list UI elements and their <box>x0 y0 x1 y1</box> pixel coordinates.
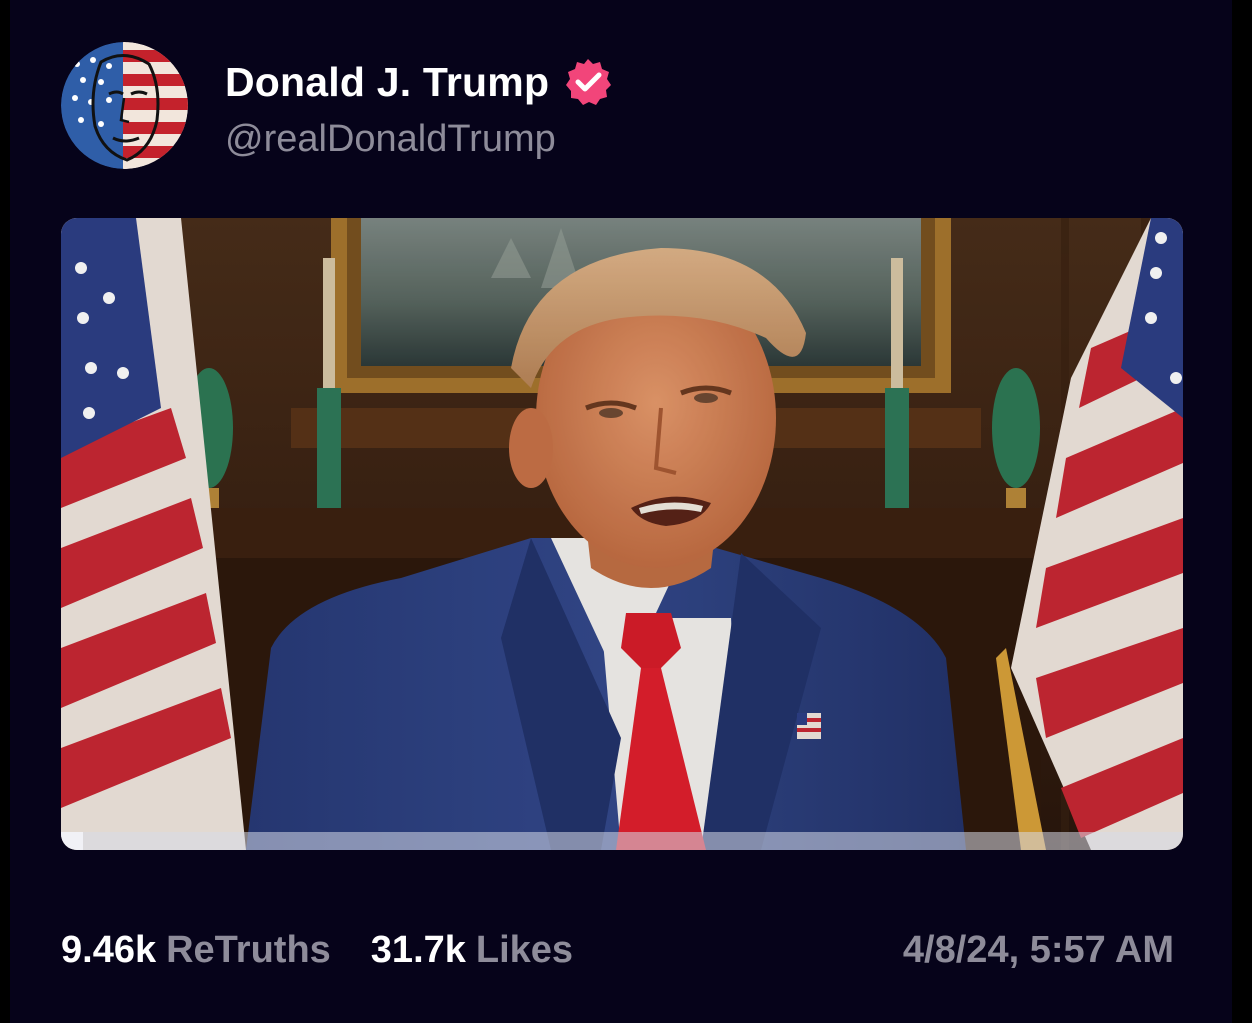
likes-label: Likes <box>475 928 574 971</box>
post-card: Donald J. Trump @realDonaldTrump 9.46k R… <box>10 0 1232 1023</box>
video-frame <box>61 218 1183 850</box>
author-handle[interactable]: @realDonaldTrump <box>225 118 556 161</box>
post-video[interactable] <box>61 218 1183 850</box>
screen: Donald J. Trump @realDonaldTrump 9.46k R… <box>0 0 1252 1023</box>
post-timestamp[interactable]: 4/8/24, 5:57 AM <box>903 922 1174 978</box>
likes-stat[interactable]: 31.7k Likes <box>371 929 573 972</box>
likes-count: 31.7k <box>370 928 466 971</box>
retruths-stat[interactable]: 9.46k ReTruths <box>61 929 331 972</box>
author-display-name[interactable]: Donald J. Trump <box>225 59 549 106</box>
flag-face-avatar-icon <box>61 42 188 169</box>
retruths-count: 9.46k <box>61 928 157 971</box>
author-name-row: Donald J. Trump <box>225 54 613 110</box>
post-stats: 9.46k ReTruths 31.7k Likes <box>61 922 573 978</box>
video-progress-fill <box>61 832 84 850</box>
author-avatar[interactable] <box>61 42 188 169</box>
verified-badge-icon <box>563 57 613 107</box>
video-progress-bar[interactable] <box>61 832 1183 850</box>
retruths-label: ReTruths <box>166 928 331 971</box>
